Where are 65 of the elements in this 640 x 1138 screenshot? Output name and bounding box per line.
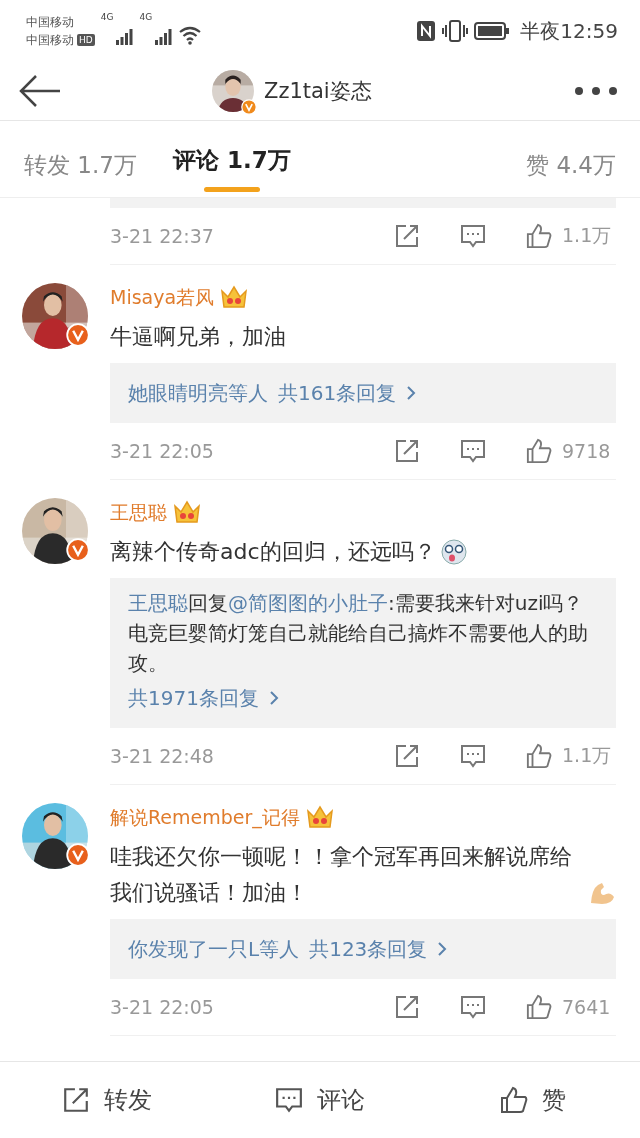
reply-quote: 王思聪回复@简图图的小肚子:需要我来针对uzi吗？电竞巨婴简灯笼自己就能给自己搞炸不需要他人的助攻。 bbox=[128, 590, 589, 677]
thumbs-up-icon[interactable] bbox=[526, 223, 552, 249]
nfc-icon bbox=[416, 20, 437, 42]
chevron-right-icon bbox=[268, 690, 279, 706]
comment-text: 牛逼啊兄弟，加油 bbox=[110, 323, 286, 351]
like-count: 1.1万 bbox=[562, 743, 612, 768]
dog-face-icon bbox=[439, 538, 468, 566]
reply-count-link[interactable]: 共123条回复 bbox=[309, 935, 428, 963]
reply-count-link[interactable]: 共161条回复 bbox=[278, 379, 397, 407]
hd-badge: HD bbox=[77, 34, 95, 46]
thumbs-up-icon[interactable] bbox=[526, 994, 552, 1020]
like-count: 1.1万 bbox=[562, 223, 612, 248]
comment-time: 3-21 22:05 bbox=[110, 440, 214, 462]
user-name[interactable]: 解说Remember_记得 bbox=[110, 805, 300, 831]
comment-time: 3-21 22:48 bbox=[110, 745, 214, 767]
share-icon bbox=[61, 1086, 90, 1114]
wifi-icon bbox=[178, 25, 203, 45]
reply-users[interactable]: 她眼睛明亮等人 bbox=[128, 379, 268, 407]
comment-icon[interactable] bbox=[460, 743, 486, 769]
more-icon[interactable] bbox=[574, 86, 618, 96]
comment-text: 离辣个传奇adc的回归，还远吗？ bbox=[110, 538, 436, 566]
reply-users[interactable]: 你发现了一只L等人 bbox=[128, 935, 300, 963]
chevron-right-icon bbox=[437, 941, 448, 957]
action-button[interactable]: 转发 bbox=[0, 1062, 214, 1138]
tab[interactable]: 赞 4.4万 bbox=[526, 141, 616, 188]
crown-icon bbox=[305, 805, 334, 831]
comment-time: 3-21 22:37 bbox=[110, 225, 214, 247]
action-button[interactable]: 评论 bbox=[213, 1062, 427, 1138]
carrier-name: 中国移动 bbox=[26, 32, 74, 48]
comment-icon[interactable] bbox=[460, 223, 486, 249]
tab[interactable]: 评论 1.7万 bbox=[172, 137, 291, 183]
signal-icon bbox=[154, 27, 173, 45]
back-arrow-icon[interactable] bbox=[18, 74, 62, 108]
chevron-right-icon bbox=[406, 385, 417, 401]
user-name[interactable]: Misaya若风 bbox=[110, 285, 215, 311]
network-label: 4G bbox=[139, 12, 153, 22]
user-name[interactable]: 王思聪 bbox=[110, 500, 167, 526]
thumbs-up-icon[interactable] bbox=[526, 438, 552, 464]
crown-icon bbox=[220, 285, 249, 311]
action-button[interactable]: 赞 bbox=[426, 1062, 640, 1138]
comment-time: 3-21 22:05 bbox=[110, 996, 214, 1018]
signal-icon bbox=[115, 27, 134, 45]
like-count: 7641 bbox=[562, 996, 611, 1018]
like-count: 9718 bbox=[562, 440, 611, 462]
thumbs-up-icon[interactable] bbox=[526, 743, 552, 769]
network-label: 4G bbox=[100, 12, 114, 22]
share-icon[interactable] bbox=[394, 438, 420, 464]
comment-icon[interactable] bbox=[460, 438, 486, 464]
crown-icon bbox=[173, 500, 201, 526]
vibrate-icon bbox=[442, 20, 469, 42]
comment-icon[interactable] bbox=[460, 994, 486, 1020]
battery-icon bbox=[474, 22, 511, 40]
share-icon[interactable] bbox=[394, 223, 420, 249]
share-icon[interactable] bbox=[394, 743, 420, 769]
comment-icon bbox=[275, 1086, 303, 1114]
header-title: Zz1tai姿态 bbox=[264, 78, 372, 105]
clock: 半夜12:59 bbox=[520, 17, 618, 45]
share-icon[interactable] bbox=[394, 994, 420, 1020]
carrier-name: 中国移动 bbox=[26, 14, 75, 30]
comment-text: 哇我还欠你一顿呢！！拿个冠军再回来解说席给我们说骚话！加油！ bbox=[110, 843, 573, 907]
tab[interactable]: 转发 1.7万 bbox=[24, 141, 137, 188]
thumbs-up-icon bbox=[500, 1086, 529, 1114]
verified-badge-icon bbox=[241, 99, 257, 115]
tab-indicator bbox=[203, 187, 260, 192]
reply-count-link[interactable]: 共1971条回复 bbox=[128, 684, 259, 712]
